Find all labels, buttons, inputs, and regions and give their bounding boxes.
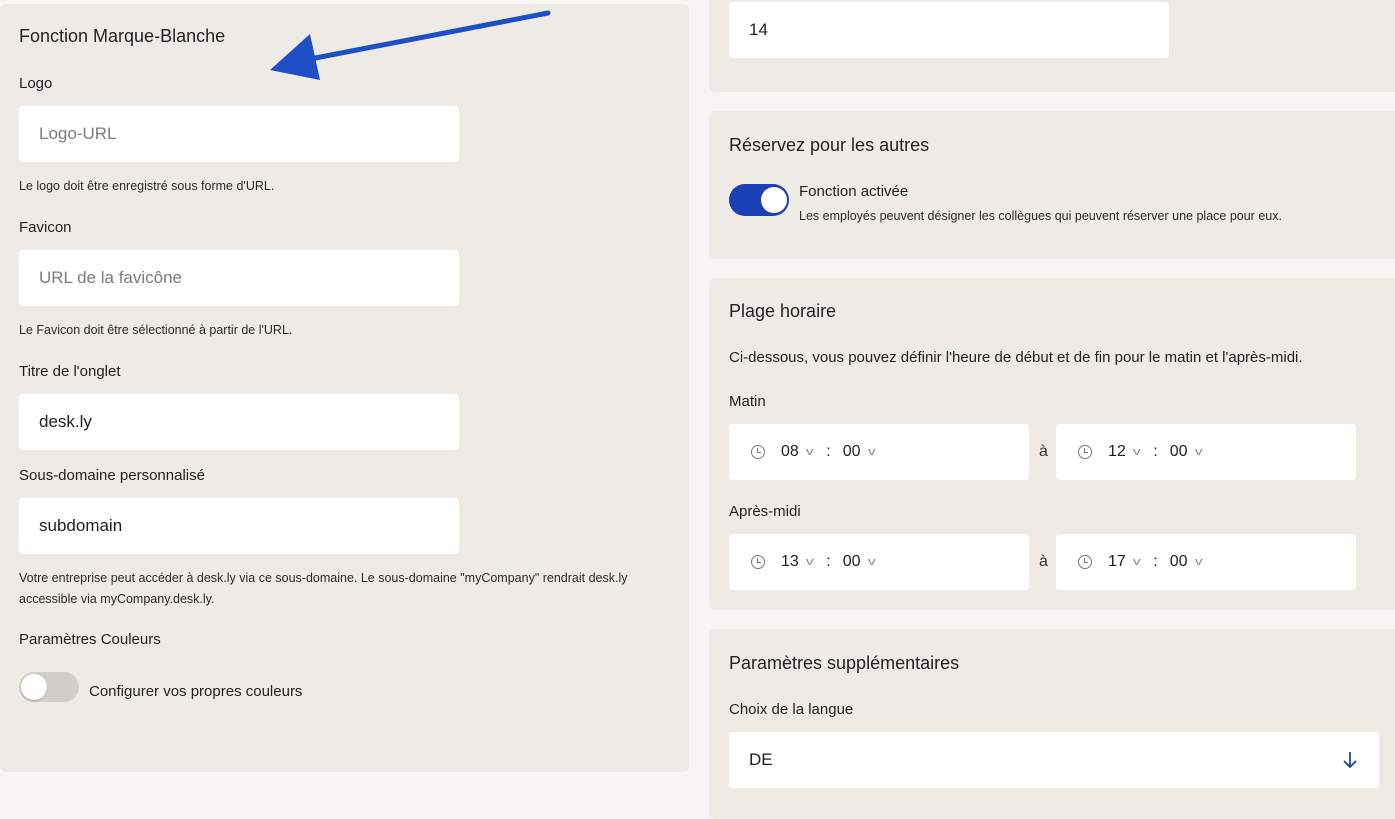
chevron-down-icon[interactable]: v [806,556,814,568]
timeslot-title: Plage horaire [729,301,837,321]
subdomain-input[interactable] [39,516,459,536]
top-number-input[interactable] [749,20,1169,40]
minute-value[interactable]: 00 [843,553,861,571]
subdomain-field[interactable] [19,498,459,554]
minute-value[interactable]: 00 [843,443,861,461]
afternoon-label: Après-midi [729,503,801,520]
chevron-down-icon[interactable]: v [867,556,875,568]
morning-end-time[interactable]: 12 v : 00 v [1056,424,1356,480]
minute-value[interactable]: 00 [1170,553,1188,571]
toggle-knob [761,187,787,213]
hour-value[interactable]: 08 [781,443,799,461]
tab-title-label: Titre de l'onglet [19,363,121,380]
reserve-toggle-label: Fonction activée [799,183,909,200]
language-select[interactable]: DE [729,732,1379,788]
time-colon: : [826,553,831,570]
toggle-knob [21,674,47,700]
chevron-down-icon[interactable]: v [1194,556,1202,568]
afternoon-end-time[interactable]: 17 v : 00 v [1056,534,1356,590]
chevron-down-icon[interactable]: v [1194,446,1202,458]
time-colon: : [1153,443,1158,460]
favicon-help-text: Le Favicon doit être sélectionné à parti… [19,323,293,337]
subdomain-help-text: Votre entreprise peut accéder à desk.ly … [19,571,628,606]
chevron-down-icon[interactable]: v [867,446,875,458]
annotation-arrow [270,10,551,80]
top-number-field[interactable] [729,2,1169,58]
hour-value[interactable]: 13 [781,553,799,571]
extra-settings-title: Paramètres supplémentaires [729,653,960,673]
custom-colors-label: Configurer vos propres couleurs [89,683,303,700]
morning-label: Matin [729,393,766,410]
morning-start-time[interactable]: 08 v : 00 v [729,424,1029,480]
favicon-label: Favicon [19,219,72,236]
logo-url-field[interactable] [19,106,459,162]
chevron-down-icon[interactable]: v [806,446,814,458]
reserve-toggle-desc: Les employés peuvent désigner les collèg… [799,209,1282,223]
reserve-toggle[interactable] [729,184,789,216]
tab-title-field[interactable] [19,394,459,450]
minute-value[interactable]: 00 [1170,443,1188,461]
logo-url-input[interactable] [39,124,459,144]
hour-value[interactable]: 17 [1108,553,1126,571]
time-colon: : [1153,553,1158,570]
white-label-title: Fonction Marque-Blanche [19,26,226,46]
chevron-down-icon[interactable]: v [1133,556,1141,568]
hour-value[interactable]: 12 [1108,443,1126,461]
time-colon: : [826,443,831,460]
tab-title-input[interactable] [39,412,459,432]
logo-help-text: Le logo doit être enregistré sous forme … [19,179,275,193]
arrow-down-icon[interactable] [1343,751,1357,769]
language-label: Choix de la langue [729,701,854,718]
chevron-down-icon[interactable]: v [1133,446,1141,458]
time-separator: à [1039,553,1048,570]
reserve-title: Réservez pour les autres [729,135,930,155]
clock-icon [1078,445,1092,459]
afternoon-start-time[interactable]: 13 v : 00 v [729,534,1029,590]
logo-label: Logo [19,75,53,92]
clock-icon [751,445,765,459]
custom-colors-toggle[interactable] [19,672,79,702]
color-settings-label: Paramètres Couleurs [19,631,161,648]
clock-icon [751,555,765,569]
favicon-url-input[interactable] [39,268,459,288]
timeslot-desc: Ci-dessous, vous pouvez définir l'heure … [729,349,1303,366]
clock-icon [1078,555,1092,569]
time-separator: à [1039,443,1048,460]
subdomain-label: Sous-domaine personnalisé [19,467,205,484]
language-value: DE [749,750,773,769]
favicon-url-field[interactable] [19,250,459,306]
